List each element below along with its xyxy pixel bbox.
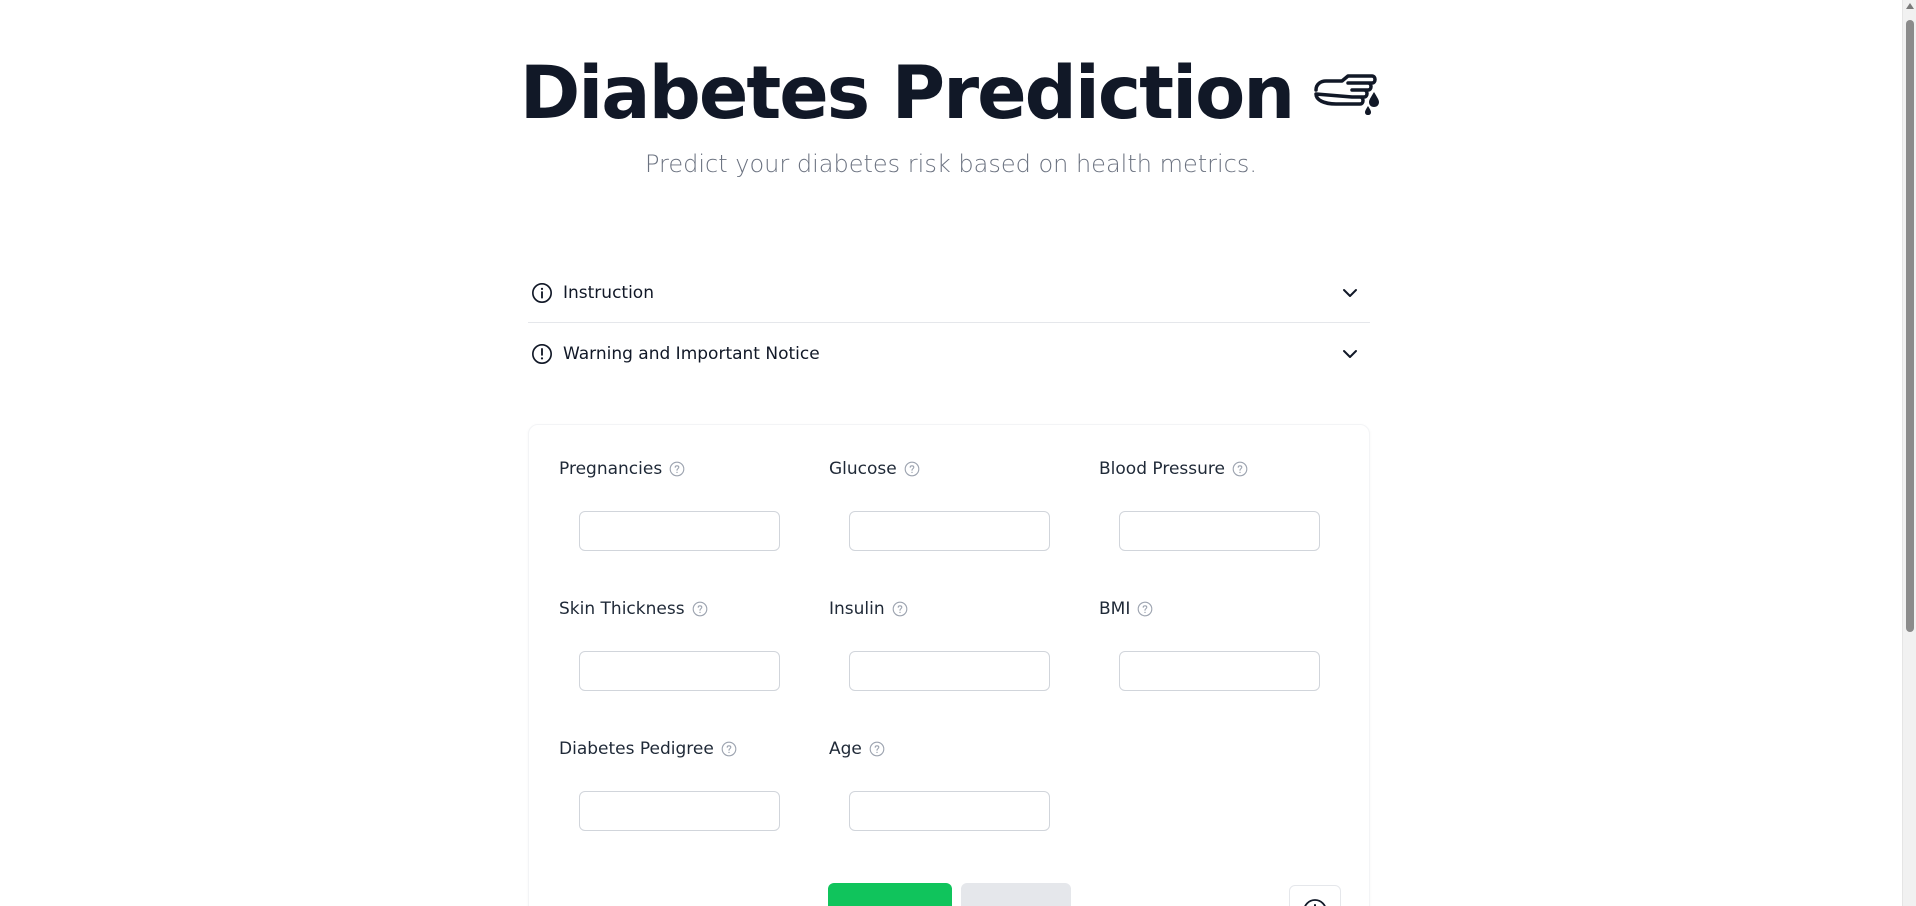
- field-insulin: Insulin: [829, 597, 1069, 691]
- field-label: Diabetes Pedigree: [559, 739, 714, 759]
- accordion-warning-label: Warning and Important Notice: [563, 344, 820, 364]
- blood-pressure-input[interactable]: [1119, 511, 1320, 551]
- help-circle-icon[interactable]: [692, 601, 708, 617]
- field-age: Age: [829, 737, 1069, 831]
- pregnancies-input[interactable]: [579, 511, 780, 551]
- page-subtitle: Predict your diabetes risk based on heal…: [645, 150, 1257, 178]
- page-scrollbar[interactable]: [1902, 0, 1916, 906]
- accordion-warning[interactable]: Warning and Important Notice: [528, 324, 1370, 384]
- skin-thickness-input[interactable]: [579, 651, 780, 691]
- field-pregnancies: Pregnancies: [559, 457, 799, 551]
- info-button[interactable]: [1289, 885, 1341, 906]
- field-bmi: BMI: [1099, 597, 1339, 691]
- help-circle-icon[interactable]: [892, 601, 908, 617]
- field-label: Glucose: [829, 459, 897, 479]
- info-icon: [1304, 899, 1326, 906]
- field-label: Insulin: [829, 599, 885, 619]
- help-circle-icon[interactable]: [869, 741, 885, 757]
- page-header: Diabetes Prediction: [0, 52, 1902, 136]
- field-label: BMI: [1099, 599, 1131, 619]
- field-blood-pressure: Blood Pressure: [1099, 457, 1339, 551]
- help-circle-icon[interactable]: [721, 741, 737, 757]
- help-circle-icon[interactable]: [1137, 601, 1153, 617]
- prediction-form: Pregnancies Glucose Blood Pressure Skin …: [528, 424, 1370, 906]
- scrollbar-thumb[interactable]: [1906, 20, 1914, 632]
- field-label: Blood Pressure: [1099, 459, 1225, 479]
- alert-circle-icon: [532, 344, 552, 364]
- help-circle-icon[interactable]: [1232, 461, 1248, 477]
- predict-button[interactable]: [828, 883, 952, 906]
- glucose-input[interactable]: [849, 511, 1050, 551]
- field-label: Skin Thickness: [559, 599, 685, 619]
- insulin-input[interactable]: [849, 651, 1050, 691]
- field-skin-thickness: Skin Thickness: [559, 597, 799, 691]
- accordion-instruction[interactable]: Instruction: [528, 263, 1370, 323]
- diabetes-pedigree-input[interactable]: [579, 791, 780, 831]
- page-title: Diabetes Prediction: [519, 51, 1296, 136]
- field-diabetes-pedigree: Diabetes Pedigree: [559, 737, 799, 831]
- chevron-down-icon[interactable]: [1340, 344, 1360, 364]
- field-label: Pregnancies: [559, 459, 663, 479]
- info-circle-icon: [532, 282, 552, 303]
- age-input[interactable]: [849, 791, 1050, 831]
- hand-pointing-blood-drop-icon: [1314, 74, 1380, 115]
- field-label: Age: [829, 739, 862, 759]
- bmi-input[interactable]: [1119, 651, 1320, 691]
- reset-button[interactable]: [961, 883, 1071, 906]
- field-glucose: Glucose: [829, 457, 1069, 551]
- accordion-instruction-label: Instruction: [563, 282, 654, 303]
- scroll-up-arrow-icon[interactable]: [1906, 3, 1914, 9]
- help-circle-icon[interactable]: [904, 461, 920, 477]
- help-circle-icon[interactable]: [669, 461, 685, 477]
- chevron-down-icon[interactable]: [1340, 283, 1360, 303]
